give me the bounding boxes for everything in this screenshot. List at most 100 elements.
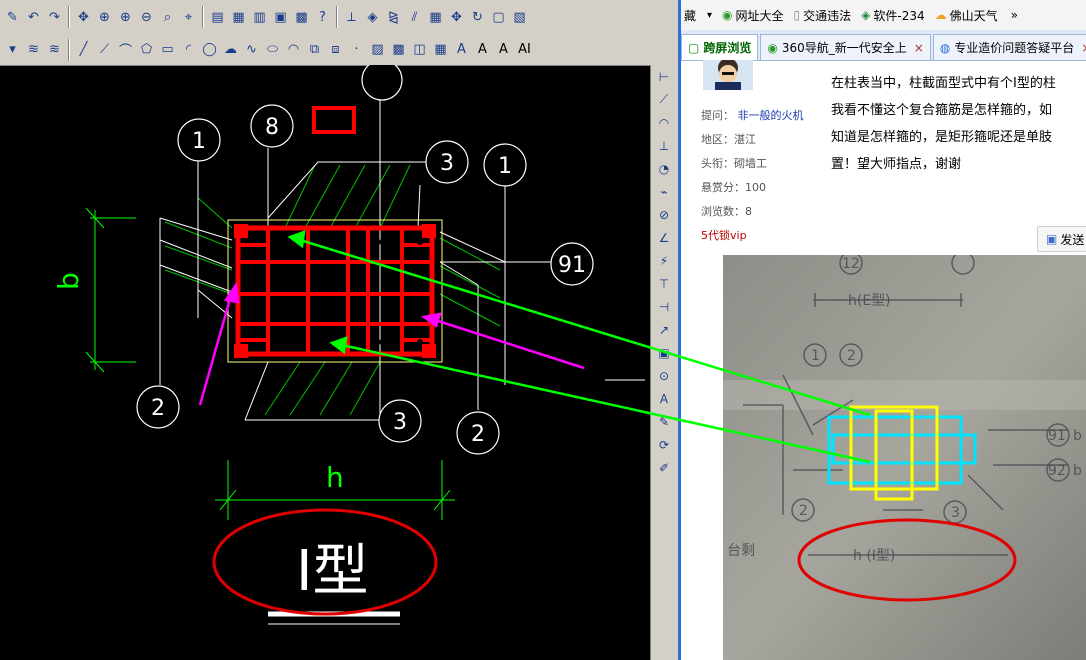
help-icon[interactable]: ? xyxy=(312,7,333,28)
tool-palette-icon[interactable]: ▥ xyxy=(249,7,270,28)
dropdown-arrow-icon[interactable]: ▾ xyxy=(2,39,23,60)
jogged-icon[interactable]: ⌁ xyxy=(651,180,677,203)
line-icon[interactable]: ╱ xyxy=(73,39,94,60)
calculator-icon[interactable]: ▩ xyxy=(291,7,312,28)
ordinate-icon[interactable]: ⊥ xyxy=(651,134,677,157)
text-style-button[interactable]: AI xyxy=(514,39,535,60)
pen-icon[interactable]: ✎ xyxy=(2,7,23,28)
continue-icon[interactable]: ⊣ xyxy=(651,295,677,318)
close-icon[interactable]: × xyxy=(1081,41,1086,55)
layer-previous-icon[interactable]: ≋ xyxy=(44,39,65,60)
quick-dim-icon[interactable]: ⚡ xyxy=(651,249,677,272)
zoom-realtime-icon[interactable]: ⊕ xyxy=(94,7,115,28)
dim-b-label: b xyxy=(52,272,85,290)
table-icon[interactable]: ▦ xyxy=(430,39,451,60)
browser-tab[interactable]: ◍专业造价问题答疑平台 × xyxy=(932,34,1086,60)
polygon-icon[interactable]: ⬠ xyxy=(136,39,157,60)
dim-update-icon[interactable]: ⟳ xyxy=(651,433,677,456)
revision-cloud-icon[interactable]: ☁ xyxy=(220,39,241,60)
callout-3-top: 3 xyxy=(440,151,454,176)
baseline-icon[interactable]: ⊤ xyxy=(651,272,677,295)
make-block-icon[interactable]: ⧈ xyxy=(325,39,346,60)
point-icon[interactable]: · xyxy=(346,39,367,60)
dimension-icon[interactable]: ⟂ xyxy=(341,7,362,28)
asker-name-link[interactable]: 非一般的火机 xyxy=(738,109,804,122)
array-icon[interactable]: ▦ xyxy=(425,7,446,28)
mirror-icon[interactable]: ⧎ xyxy=(383,7,404,28)
vip-badge[interactable]: 5代锁vip xyxy=(701,229,747,242)
chevron-down-icon: ▾ xyxy=(707,9,713,21)
region-icon[interactable]: ◫ xyxy=(409,39,430,60)
insert-block-icon[interactable]: ⧉ xyxy=(304,39,325,60)
cad-drawing-canvas[interactable]: b h 1 8 3 1 91 2 3 2 I型 xyxy=(0,65,650,660)
dim-style-icon[interactable]: ✐ xyxy=(651,456,677,479)
layer-state-icon[interactable]: ≋ xyxy=(23,39,44,60)
bookmark-label: 软件-234 xyxy=(873,8,925,23)
avatar[interactable] xyxy=(703,60,753,90)
pan-icon[interactable]: ✥ xyxy=(73,7,94,28)
linear-dim-icon[interactable]: ⊢ xyxy=(651,65,677,88)
bookmark-item[interactable]: » xyxy=(1008,8,1018,22)
browser-tab[interactable]: ▢ 跨屏浏览 xyxy=(681,34,759,60)
page-icon: ▯ xyxy=(793,8,801,22)
text-edit-icon[interactable]: ✎ xyxy=(651,410,677,433)
text-style-button[interactable]: A xyxy=(493,39,514,60)
attached-photo[interactable]: h(E型) h (I型) 1 2 3 2 12 91 92 b b 台剩 xyxy=(723,255,1086,660)
bookmark-item[interactable]: 藏 ▾ xyxy=(681,7,712,24)
callout-3-bottom: 3 xyxy=(393,410,407,435)
center-mark-icon[interactable]: ⊙ xyxy=(651,364,677,387)
views-value: 8 xyxy=(745,205,752,218)
region-value: 湛江 xyxy=(734,133,756,146)
text-style-button[interactable]: A xyxy=(472,39,493,60)
bookmark-item[interactable]: ◈ 软件-234 xyxy=(861,7,924,24)
send-button[interactable]: ▣ 发送 xyxy=(1037,226,1086,252)
rotate-icon[interactable]: ↻ xyxy=(467,7,488,28)
design-center-icon[interactable]: ▦ xyxy=(228,7,249,28)
radius-icon[interactable]: ◔ xyxy=(651,157,677,180)
sheet-set-icon[interactable]: ▣ xyxy=(270,7,291,28)
bookmark-item[interactable]: ☁ 佛山天气 xyxy=(935,7,998,24)
angular-icon[interactable]: ∠ xyxy=(651,226,677,249)
rectangle-icon[interactable]: ▭ xyxy=(157,39,178,60)
ellipse-icon[interactable]: ⬭ xyxy=(262,39,283,60)
move-icon[interactable]: ✥ xyxy=(446,7,467,28)
offset-icon[interactable]: ⫽ xyxy=(404,7,425,28)
scale-icon[interactable]: ▢ xyxy=(488,7,509,28)
zoom-window-icon[interactable]: ⌕ xyxy=(157,7,178,28)
browser-tab-bar: ▢跨屏浏览 ◉360导航_新一代安全上 × ◍专业造价问题答疑平台 × xyxy=(681,30,1086,61)
bookmark-item[interactable]: ◉ 网址大全 xyxy=(722,7,784,24)
bookmark-item[interactable]: ▯ 交通违法 xyxy=(794,7,852,24)
zoom-out-icon[interactable]: ⊖ xyxy=(136,7,157,28)
browser-tab[interactable]: ◉ 360导航_新一代安全上 × xyxy=(760,34,931,60)
redo-icon[interactable]: ↷ xyxy=(44,7,65,28)
zoom-in-icon[interactable]: ⊕ xyxy=(115,7,136,28)
close-icon[interactable]: × xyxy=(914,41,924,55)
gradient-icon[interactable]: ▩ xyxy=(388,39,409,60)
bookmark-bar: 藏 ▾ ◉ 网址大全 ▯ 交通违法 ◈ 软件-234 ☁ 佛山天气 » xyxy=(681,0,1086,31)
spline-icon[interactable]: ∿ xyxy=(241,39,262,60)
construction-line-icon[interactable]: ⟋ xyxy=(94,39,115,60)
tolerance-icon[interactable]: ▣ xyxy=(651,341,677,364)
arc-icon[interactable]: ◜ xyxy=(178,39,199,60)
layer-icon[interactable]: ◈ xyxy=(362,7,383,28)
bookmark-label: 网址大全 xyxy=(735,8,784,23)
circle-icon[interactable]: ◯ xyxy=(199,39,220,60)
leader-icon[interactable]: ↗ xyxy=(651,318,677,341)
tab-label: 跨屏浏览 xyxy=(703,41,752,55)
hatch-icon[interactable]: ▨ xyxy=(367,39,388,60)
ellipse-arc-icon[interactable]: ◠ xyxy=(283,39,304,60)
callout-91: 91 xyxy=(558,253,586,278)
diameter-icon[interactable]: ⊘ xyxy=(651,203,677,226)
reward-value: 100 xyxy=(745,181,766,194)
callout-8: 8 xyxy=(265,115,279,140)
stretch-icon[interactable]: ▧ xyxy=(509,7,530,28)
multiline-text-icon[interactable]: A xyxy=(451,39,472,60)
aligned-dim-icon[interactable]: ⟋ xyxy=(651,88,677,111)
arc-length-icon[interactable]: ◠ xyxy=(651,111,677,134)
zoom-previous-icon[interactable]: ⌖ xyxy=(178,7,199,28)
title-value: 砌墙工 xyxy=(734,157,767,170)
properties-icon[interactable]: ▤ xyxy=(207,7,228,28)
polyline-icon[interactable]: ⌒ xyxy=(115,39,136,60)
undo-icon[interactable]: ↶ xyxy=(23,7,44,28)
dim-edit-icon[interactable]: A xyxy=(651,387,677,410)
